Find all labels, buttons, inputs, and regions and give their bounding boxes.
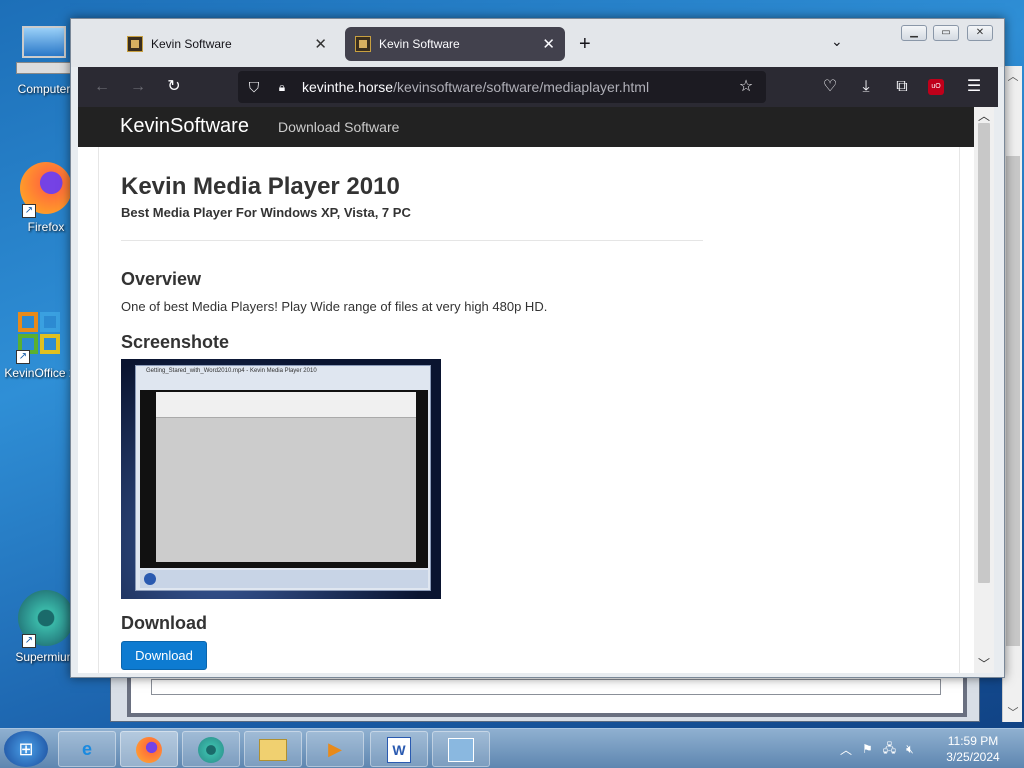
tab-strip: Kevin Software ✕ Kevin Software ✕ + ⌄ ▁ … xyxy=(71,19,1004,67)
taskbar-word[interactable]: W xyxy=(370,731,428,767)
supermium-icon: ↗ xyxy=(18,590,74,648)
shortcut-arrow-icon: ↗ xyxy=(22,204,36,218)
action-center-flag-icon[interactable]: ⚑ xyxy=(862,742,873,756)
taskbar-firefox[interactable] xyxy=(120,731,178,767)
site-brand-link[interactable]: KevinSoftware xyxy=(120,115,249,138)
scroll-up-icon[interactable]: ︿ xyxy=(974,107,994,124)
taskbar-supermium[interactable] xyxy=(182,731,240,767)
shield-icon[interactable]: ⛉ xyxy=(244,77,264,97)
list-all-tabs-chevron-down-icon[interactable]: ⌄ xyxy=(831,33,843,50)
shortcut-arrow-icon: ↗ xyxy=(22,634,36,648)
desktop-icon-label: Firefox xyxy=(27,220,65,234)
taskbar-media-player[interactable]: ▶ xyxy=(306,731,364,767)
page-scrollbar[interactable]: ︿ ﹀ xyxy=(974,107,994,673)
desktop-icon-label: Supermium xyxy=(15,650,77,664)
clock[interactable]: 11:59 PM 3/25/2024 xyxy=(940,733,1006,765)
new-tab-button[interactable]: + xyxy=(579,33,591,56)
system-tray: ︿ ⚑ 🖧︎ 🔇︎ xyxy=(840,733,914,765)
download-button[interactable]: Download xyxy=(121,641,207,670)
firefox-icon: ↗ xyxy=(18,160,74,218)
internet-explorer-icon: e xyxy=(81,739,92,759)
page-container: Kevin Media Player 2010 Best Media Playe… xyxy=(98,147,960,673)
desktop-icon-label: KevinOffice 2 xyxy=(4,366,76,380)
page-scrollbar-thumb[interactable] xyxy=(978,123,990,583)
supermium-icon xyxy=(198,737,224,764)
overview-text: One of best Media Players! Play Wide ran… xyxy=(121,299,548,314)
site-navbar: KevinSoftware Download Software xyxy=(78,107,981,147)
lock-icon[interactable]: 🔒︎ xyxy=(272,77,292,97)
taskbar: ⊞ e ▶ W ︿ ⚑ 🖧︎ 🔇︎ 11:59 PM 3/25/2024 xyxy=(0,728,1024,768)
minimize-button[interactable]: ▁ xyxy=(901,25,927,41)
tab-1[interactable]: Kevin Software ✕ xyxy=(117,27,337,61)
screenshot-heading: Screenshote xyxy=(121,332,230,352)
close-tab-icon[interactable]: ✕ xyxy=(542,35,555,53)
scroll-up-icon[interactable]: ︿ xyxy=(1003,68,1023,84)
firefox-window: Kevin Software ✕ Kevin Software ✕ + ⌄ ▁ … xyxy=(70,18,1005,678)
start-button[interactable]: ⊞ xyxy=(4,731,48,767)
play-icon xyxy=(144,573,156,585)
office-icon: ↗ xyxy=(12,306,68,364)
screenshot-window-caption: Getting_Stared_with_Word2010.mp4 - Kevin… xyxy=(146,368,317,374)
divider xyxy=(121,240,703,241)
forward-arrow-icon[interactable]: → xyxy=(128,77,148,97)
close-tab-icon[interactable]: ✕ xyxy=(314,35,327,53)
clock-date: 3/25/2024 xyxy=(946,750,1000,764)
page-subtitle: Best Media Player For Windows XP, Vista,… xyxy=(121,205,411,220)
word-document-icon: W xyxy=(387,737,411,764)
volume-muted-icon[interactable]: 🔇︎ xyxy=(906,742,914,757)
shortcut-arrow-icon: ↗ xyxy=(16,350,30,364)
back-arrow-icon[interactable]: ← xyxy=(92,77,112,97)
computer-icon xyxy=(16,22,72,78)
download-heading: Download xyxy=(121,613,207,633)
scroll-down-icon[interactable]: ﹀ xyxy=(1003,704,1023,720)
close-window-button[interactable]: ✕ xyxy=(967,25,993,41)
downloads-icon[interactable]: ⤓ xyxy=(856,77,876,97)
media-player-screenshot-image: Getting_Stared_with_Word2010.mp4 - Kevin… xyxy=(121,359,441,599)
page-title: Kevin Media Player 2010 xyxy=(121,173,400,200)
network-icon[interactable]: 🖧︎ xyxy=(883,739,896,760)
desktop-icon-kevinoffice[interactable]: ↗ KevinOffice 2 xyxy=(0,306,80,380)
scroll-down-icon[interactable]: ﹀ xyxy=(974,655,994,672)
media-player-icon: ▶ xyxy=(328,739,342,759)
bookmark-star-icon[interactable]: ☆ xyxy=(736,77,756,97)
reload-icon[interactable]: ↻ xyxy=(164,77,184,97)
site-favicon-icon xyxy=(127,36,143,52)
tab-2-active[interactable]: Kevin Software ✕ xyxy=(345,27,565,61)
background-scrollbar[interactable]: ︿ ﹀ xyxy=(1002,66,1022,722)
taskbar-control-panel[interactable] xyxy=(432,731,490,767)
overview-heading: Overview xyxy=(121,269,202,289)
clock-time: 11:59 PM xyxy=(947,734,999,748)
desktop-icon-label: Computer xyxy=(17,82,71,96)
show-hidden-icons-chevron-up-icon[interactable]: ︿ xyxy=(840,741,852,758)
tab-title: Kevin Software xyxy=(151,37,232,51)
hamburger-menu-icon[interactable]: ☰ xyxy=(964,77,984,97)
extensions-puzzle-icon[interactable]: ⧉ xyxy=(892,77,912,97)
folder-icon xyxy=(259,739,287,762)
nav-download-software-link[interactable]: Download Software xyxy=(278,119,399,135)
taskbar-internet-explorer[interactable]: e xyxy=(58,731,116,767)
control-panel-icon xyxy=(448,738,474,763)
url-text[interactable]: kevinthe.horse/kevinsoftware/software/me… xyxy=(302,79,649,95)
page-content: KevinSoftware Download Software Kevin Me… xyxy=(78,107,981,673)
firefox-icon xyxy=(136,737,162,764)
navigation-toolbar: ← → ↻ ⛉ 🔒︎ kevinthe.horse/kevinsoftware/… xyxy=(78,67,998,107)
ublock-icon[interactable]: uO xyxy=(928,79,944,95)
url-bar[interactable]: ⛉ 🔒︎ kevinthe.horse/kevinsoftware/softwa… xyxy=(238,71,766,103)
tab-title: Kevin Software xyxy=(379,37,460,51)
background-scrollbar-thumb[interactable] xyxy=(1006,156,1020,646)
maximize-button[interactable]: ▭ xyxy=(933,25,959,41)
pocket-icon[interactable]: ♡ xyxy=(820,77,840,97)
site-favicon-icon xyxy=(355,36,371,52)
taskbar-file-explorer[interactable] xyxy=(244,731,302,767)
